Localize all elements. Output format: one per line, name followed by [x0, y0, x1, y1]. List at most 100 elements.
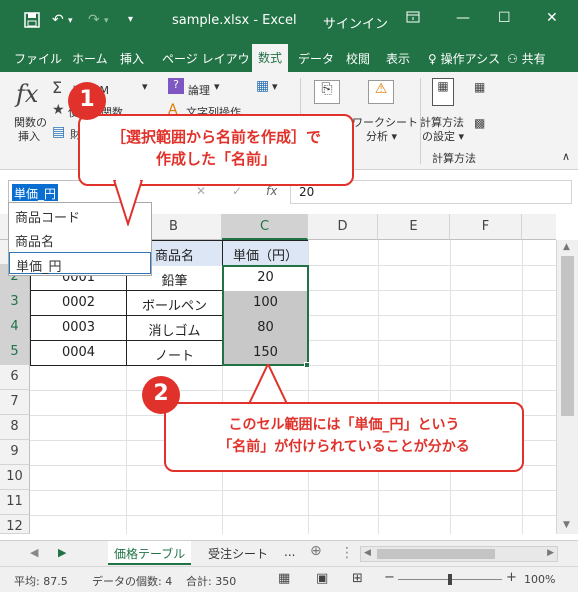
book-icon[interactable]: ▤	[52, 124, 65, 140]
insert-function-icon[interactable]: fx	[16, 80, 38, 108]
sheet-more[interactable]: ...	[278, 541, 301, 565]
redo-icon[interactable]: ↷	[88, 12, 100, 28]
tab-home[interactable]: ホーム	[72, 50, 108, 67]
callout-2-line-1: このセル範囲には「単価_円」という	[228, 417, 460, 433]
sheet-tab-orders[interactable]: 受注シート	[202, 541, 274, 565]
table-cell[interactable]: 消しゴム	[127, 316, 222, 341]
calculation-group-label: 計算方法	[432, 152, 476, 165]
collapse-ribbon-icon[interactable]: ∧	[562, 150, 570, 163]
column-header[interactable]: C	[222, 214, 308, 240]
lightbulb-icon: ♀	[428, 52, 437, 66]
sheet-next-icon[interactable]: ▶	[58, 546, 66, 559]
normal-view-icon[interactable]: ▦	[278, 571, 290, 586]
row-header[interactable]: 10	[0, 465, 30, 490]
callout-1-line-1: ［選択範囲から名前を作成］で	[110, 128, 321, 146]
table-cell[interactable]: 0002	[31, 291, 126, 316]
row-header[interactable]: 3	[0, 290, 30, 315]
fill-handle[interactable]	[304, 362, 310, 368]
ribbon-display-icon[interactable]	[406, 10, 420, 28]
horizontal-scroll-thumb[interactable]	[377, 549, 495, 559]
cancel-icon[interactable]: ✕	[196, 184, 206, 198]
tab-formulas[interactable]: 数式	[252, 44, 289, 72]
horizontal-scrollbar[interactable]: ◀ ▶	[360, 546, 558, 562]
callout-2-line-2: 「名前」が付けられていることが分かる	[218, 439, 470, 455]
add-sheet-icon[interactable]: ⊕	[304, 541, 328, 565]
splitter-icon[interactable]: ⋮	[340, 545, 354, 561]
scroll-down-icon[interactable]: ▼	[563, 520, 570, 530]
column-header[interactable]: F	[450, 214, 522, 240]
fx-icon[interactable]: fx	[266, 184, 277, 198]
row-header[interactable]: 9	[0, 440, 30, 465]
restore-button[interactable]: ☐	[498, 10, 511, 26]
page-break-view-icon[interactable]: ⊞	[352, 571, 363, 586]
tell-me-box[interactable]: ♀ 操作アシス	[428, 50, 500, 67]
tab-file[interactable]: ファイル	[14, 50, 62, 67]
row-header[interactable]: 11	[0, 490, 30, 515]
defined-name-item-selected[interactable]: 単価_円	[9, 252, 151, 275]
page-layout-view-icon[interactable]: ▣	[316, 571, 328, 586]
zoom-in-button[interactable]: +	[506, 570, 517, 585]
autosum-dropdown-icon[interactable]: ▾	[142, 80, 148, 93]
signin-link[interactable]: サインイン	[323, 13, 388, 32]
column-header-empty	[522, 214, 556, 240]
row-header[interactable]: 7	[0, 390, 30, 415]
title-bar: ↶ ▾ ↷ ▾ ▾ sample.xlsx - Excel サインイン — ☐ …	[0, 0, 578, 44]
logical-dropdown-icon[interactable]: ▾	[214, 80, 220, 93]
table-cell[interactable]: ボールペン	[127, 291, 222, 316]
watch-window-label-2[interactable]: 分析 ▾	[366, 128, 397, 144]
calc-now-icon[interactable]: ▦	[474, 80, 485, 94]
row-header[interactable]: 8	[0, 415, 30, 440]
logical-icon[interactable]: ?	[168, 78, 184, 94]
zoom-slider-thumb[interactable]	[448, 574, 452, 585]
share-button[interactable]: ⚇ 共有	[507, 50, 546, 67]
minimize-button[interactable]: —	[456, 10, 470, 26]
redo-dropdown-icon[interactable]: ▾	[104, 16, 109, 26]
star-icon[interactable]: ★	[52, 102, 65, 118]
row-header[interactable]: 5	[0, 340, 30, 365]
sigma-icon[interactable]: Σ	[52, 78, 62, 97]
save-icon[interactable]	[24, 12, 40, 32]
tab-view[interactable]: 表示	[386, 50, 410, 67]
calc-sheet-icon[interactable]: ▩	[474, 116, 485, 130]
zoom-out-button[interactable]: −	[384, 570, 395, 585]
tab-data[interactable]: データ	[298, 50, 334, 67]
window-title: sample.xlsx - Excel	[172, 13, 297, 28]
formula-value: 20	[299, 185, 315, 199]
defined-name-item[interactable]: 商品名	[9, 228, 151, 250]
callout-1-line-2: 作成した「名前」	[155, 150, 276, 168]
table-cell[interactable]: ノート	[127, 341, 222, 366]
sheet-prev-icon[interactable]: ◀	[30, 546, 38, 559]
annotation-callout-2: このセル範囲には「単価_円」という 「名前」が付けられていることが分かる	[164, 402, 524, 472]
vertical-scroll-thumb[interactable]	[561, 256, 574, 416]
table-cell[interactable]: 0004	[31, 341, 126, 366]
column-header[interactable]: E	[378, 214, 450, 240]
enter-icon[interactable]: ✓	[232, 184, 242, 198]
undo-dropdown-icon[interactable]: ▾	[68, 16, 73, 26]
vertical-scrollbar[interactable]: ▲ ▼	[556, 240, 578, 534]
row-header[interactable]: 12	[0, 515, 30, 534]
row-header[interactable]: 6	[0, 365, 30, 390]
scroll-up-icon[interactable]: ▲	[563, 242, 570, 252]
undo-icon[interactable]: ↶	[52, 12, 64, 28]
scroll-left-icon[interactable]: ◀	[364, 548, 371, 558]
row-header[interactable]: 4	[0, 315, 30, 340]
lookup-icon[interactable]: ▦	[256, 78, 269, 94]
column-header[interactable]: D	[308, 214, 378, 240]
sheet-tab-price[interactable]: 価格テーブル	[108, 541, 192, 565]
formula-auditing-icon[interactable]: ⚠	[368, 80, 394, 104]
logical-button[interactable]: 論理	[188, 82, 210, 98]
customize-toolbar-icon[interactable]: ▾	[128, 14, 133, 25]
calc-options-label-2[interactable]: の設定 ▾	[422, 128, 464, 144]
tab-insert[interactable]: 挿入	[120, 50, 144, 67]
table-header-cell[interactable]: 単価（円）	[223, 241, 308, 266]
tab-review[interactable]: 校閲	[346, 50, 370, 67]
tab-page-layout[interactable]: ページ レイアウト	[162, 50, 262, 67]
scroll-right-icon[interactable]: ▶	[547, 548, 554, 558]
table-cell[interactable]: 0003	[31, 316, 126, 341]
calculator-icon[interactable]: ▦	[432, 78, 454, 106]
zoom-level[interactable]: 100%	[524, 573, 555, 586]
callout-1-pointer	[112, 180, 144, 226]
close-button[interactable]: ✕	[546, 10, 558, 26]
defined-names-icon[interactable]: ⎘	[314, 80, 340, 104]
lookup-dropdown-icon[interactable]: ▾	[272, 80, 278, 93]
